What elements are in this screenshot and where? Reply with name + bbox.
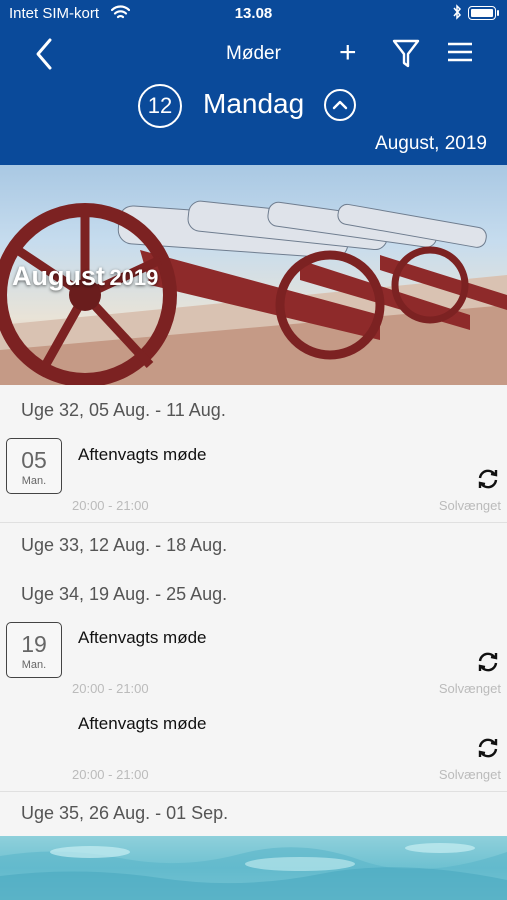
sea-illustration [0,843,507,900]
event-date-box: 19 Man. [6,622,62,678]
menu-icon[interactable] [444,38,476,68]
collapse-up-icon[interactable] [324,89,356,121]
week-header: Uge 35, 26 Aug. - 01 Sep. [21,803,229,823]
event-location: Solvænget [438,681,501,696]
page-title: Møder [226,43,281,64]
event-time: 20:00 - 21:00 [72,681,149,696]
day-name: Mandag [203,88,305,119]
event-day-number: 19 [21,631,47,657]
event-title[interactable]: Aftenvagts møde [78,714,207,734]
month-hero-image: August 2019 [0,165,507,385]
week-header: Uge 34, 19 Aug. - 25 Aug. [21,584,228,604]
hero-year: 2019 [109,265,159,290]
sync-icon[interactable] [476,467,500,491]
event-title[interactable]: Aftenvagts møde [78,445,207,465]
event-title[interactable]: Aftenvagts møde [78,628,207,648]
event-day-name: Man. [21,475,47,487]
event-day-name: Man. [21,659,47,671]
nav-bar: Møder + 12 Mandag August, 2019 [0,28,507,165]
bluetooth-icon [452,4,462,23]
divider [0,791,507,792]
hero-month-title: August 2019 [12,261,158,292]
battery-tip [497,10,499,16]
month-year-label: August, 2019 [375,133,487,154]
status-bar: Intet SIM-kort 13.08 [0,0,507,28]
add-button[interactable]: + [339,36,357,70]
battery-icon [468,6,496,20]
week-header: Uge 32, 05 Aug. - 11 Aug. [21,400,226,420]
week-header: Uge 33, 12 Aug. - 18 Aug. [21,535,228,555]
clock: 13.08 [234,5,273,22]
divider [0,522,507,523]
sync-icon[interactable] [476,650,500,674]
sync-icon[interactable] [476,736,500,760]
event-time: 20:00 - 21:00 [72,767,149,782]
filter-icon[interactable] [390,36,422,70]
event-day-number: 05 [21,447,47,473]
hero-month: August [12,261,105,291]
event-time: 20:00 - 21:00 [72,498,149,513]
event-date-box: 05 Man. [6,438,62,494]
event-location: Solvænget [438,498,501,513]
event-location: Solvænget [438,767,501,782]
day-number-badge[interactable]: 12 [138,84,182,128]
next-month-hero-image [0,836,507,900]
